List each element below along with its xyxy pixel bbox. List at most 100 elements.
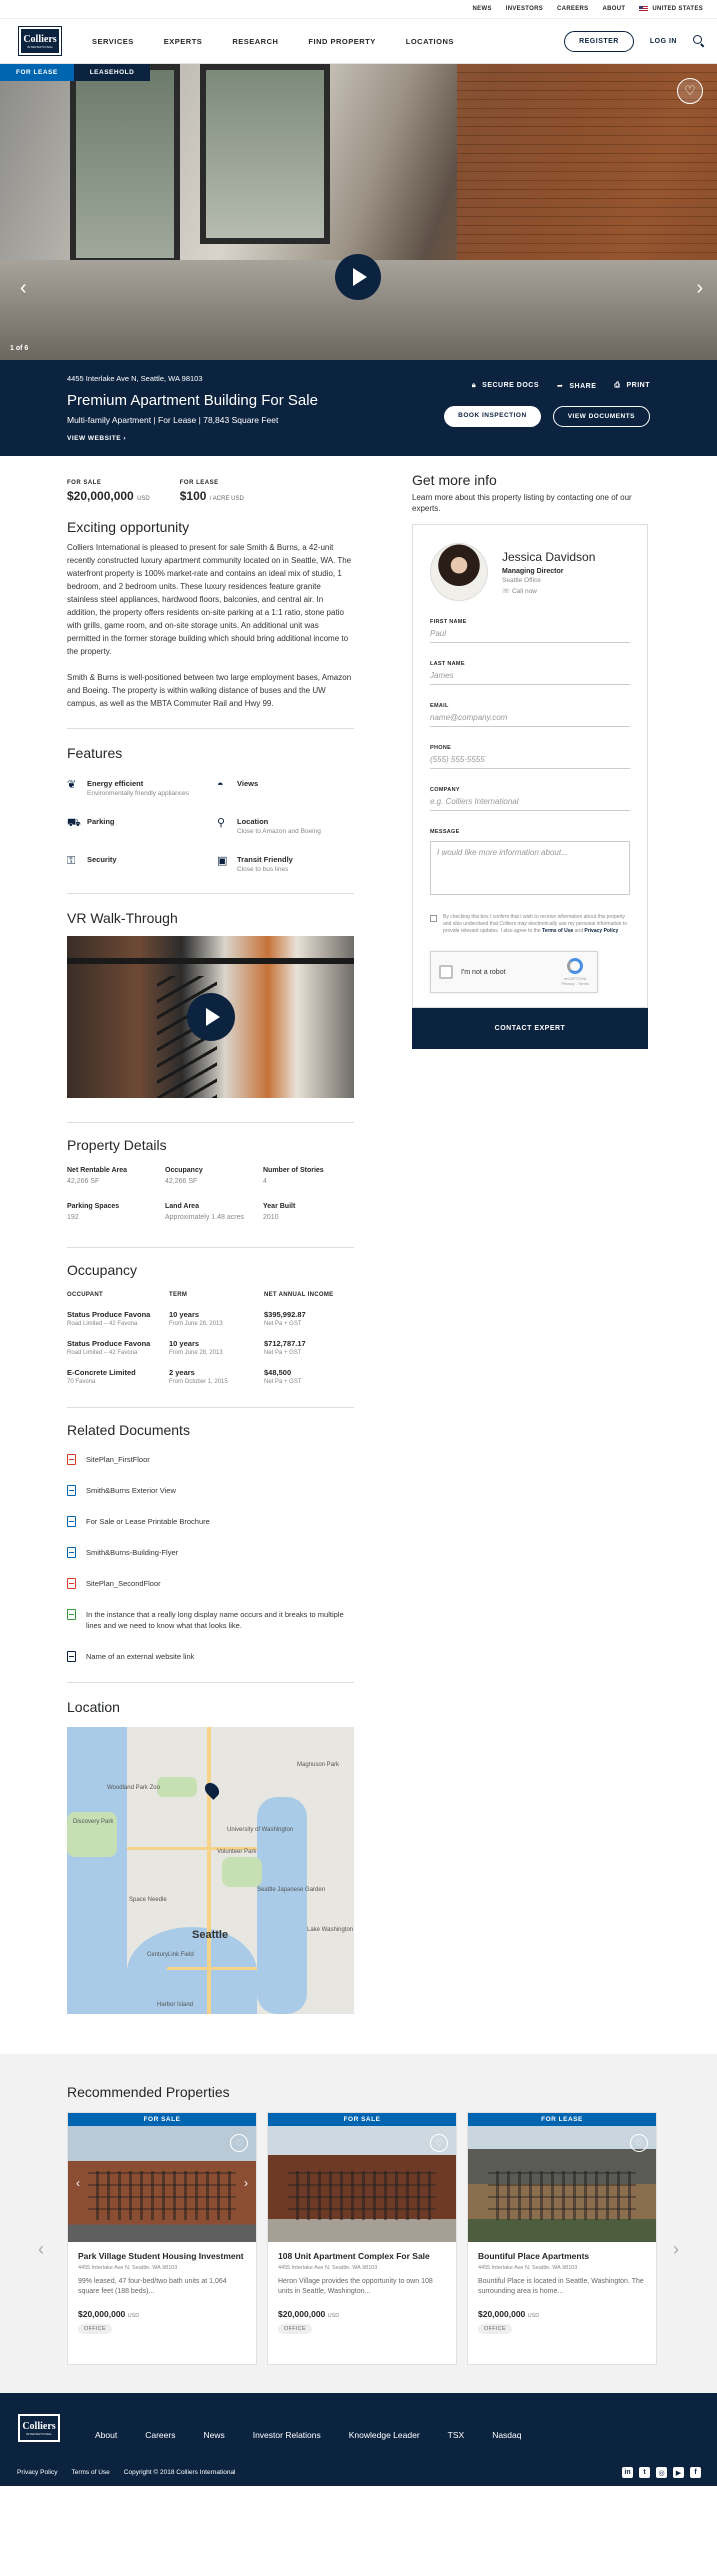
colliers-logo[interactable]: Colliers INTERNATIONAL — [17, 2413, 61, 2443]
footer-link-nasdaq[interactable]: Nasdaq — [492, 2430, 521, 2440]
list-item[interactable]: In the instance that a really long displ… — [67, 1609, 354, 1631]
gallery-prev-icon[interactable]: ‹ — [20, 277, 27, 300]
card-body: 108 Unit Apartment Complex For Sale 4455… — [268, 2242, 456, 2343]
youtube-icon[interactable]: ▶ — [673, 2467, 684, 2478]
favorite-heart-icon[interactable]: ♡ — [230, 2134, 248, 2152]
util-link-about[interactable]: ABOUT — [602, 6, 625, 12]
property-card[interactable]: FOR LEASE ♡ Bountiful Place Apartments 4… — [467, 2112, 657, 2365]
nav-find-property[interactable]: FIND PROPERTY — [308, 37, 375, 46]
vr-walkthrough-video[interactable] — [67, 936, 354, 1098]
list-item[interactable]: SitePlan_FirstFloor — [67, 1454, 354, 1465]
email-input[interactable] — [430, 709, 630, 727]
recaptcha-links[interactable]: Privacy - Terms — [562, 981, 589, 986]
view-documents-button[interactable]: VIEW DOCUMENTS — [552, 406, 650, 427]
card-title[interactable]: Park Village Student Housing Investment — [78, 2251, 246, 2262]
feature-title: Security — [87, 855, 117, 864]
map-label: Lake Washington — [307, 1927, 354, 1933]
terms-link[interactable]: Terms of Use — [542, 928, 573, 934]
recaptcha-checkbox[interactable] — [439, 965, 453, 979]
card-prev-icon[interactable]: ‹ — [76, 2176, 80, 2190]
list-item[interactable]: Smith&Burns-Building-Flyer — [67, 1547, 354, 1558]
list-item[interactable]: Smith&Burns Exterior View — [67, 1485, 354, 1496]
privacy-policy-link[interactable]: Privacy Policy — [17, 2469, 57, 2476]
map-pin-icon[interactable] — [202, 1780, 222, 1800]
instagram-icon[interactable]: ◎ — [656, 2467, 667, 2478]
search-icon[interactable] — [693, 35, 705, 47]
message-textarea[interactable] — [430, 841, 630, 895]
privacy-link[interactable]: Privacy Policy — [584, 928, 618, 934]
map-highway — [167, 1967, 257, 1970]
col-term: TERM — [169, 1292, 188, 1298]
print-button[interactable]: ⎙ PRINT — [614, 382, 650, 390]
util-link-investors[interactable]: INVESTORS — [506, 6, 543, 12]
nav-locations[interactable]: LOCATIONS — [406, 37, 454, 46]
secure-docs-button[interactable]: 🔒︎ SECURE DOCS — [472, 382, 539, 390]
card-price-unit: USD — [327, 2313, 340, 2319]
nav-services[interactable]: SERVICES — [92, 37, 134, 46]
footer-link-knowledge-leader[interactable]: Knowledge Leader — [349, 2430, 420, 2440]
list-item[interactable]: SitePlan_SecondFloor — [67, 1578, 354, 1589]
terms-of-use-link[interactable]: Terms of Use — [71, 2469, 109, 2476]
region-selector[interactable]: UNITED STATES — [639, 6, 703, 12]
card-title[interactable]: Bountiful Place Apartments — [478, 2251, 646, 2262]
card-photo-windows — [488, 2171, 636, 2220]
last-name-input[interactable] — [430, 667, 630, 685]
colliers-logo[interactable]: Colliers INTERNATIONAL — [18, 26, 62, 56]
property-card[interactable]: FOR SALE ♡ ‹ › Park Village Student Hous… — [67, 2112, 257, 2365]
carousel-prev-icon[interactable]: ‹ — [38, 2239, 44, 2260]
favorite-heart-icon[interactable]: ♡ — [430, 2134, 448, 2152]
share-button[interactable]: ➦ SHARE — [557, 382, 596, 390]
nav-experts[interactable]: EXPERTS — [164, 37, 203, 46]
card-title[interactable]: 108 Unit Apartment Complex For Sale — [278, 2251, 446, 2262]
util-link-careers[interactable]: CAREERS — [557, 6, 588, 12]
company-input[interactable] — [430, 793, 630, 811]
twitter-icon[interactable]: t — [639, 2467, 650, 2478]
tab-for-lease[interactable]: FOR LEASE — [0, 64, 74, 81]
favorite-heart-icon[interactable]: ♡ — [677, 78, 703, 104]
phone-input[interactable] — [430, 751, 630, 769]
list-item[interactable]: For Sale or Lease Printable Brochure — [67, 1516, 354, 1527]
agent-name[interactable]: Jessica Davidson — [502, 550, 595, 564]
first-name-input[interactable] — [430, 625, 630, 643]
view-website-link[interactable]: VIEW WEBSITE › — [67, 435, 126, 442]
listing-banner: 4455 Interlake Ave N, Seattle, WA 98103 … — [0, 360, 717, 456]
footer-link-about[interactable]: About — [95, 2430, 117, 2440]
register-button[interactable]: REGISTER — [564, 30, 634, 52]
gallery-next-icon[interactable]: › — [696, 277, 703, 300]
footer-link-tsx[interactable]: TSX — [448, 2430, 465, 2440]
location-map[interactable]: Woodland Park Zoo Discovery Park Univers… — [67, 1727, 354, 2014]
property-card[interactable]: FOR SALE ♡ 108 Unit Apartment Complex Fo… — [267, 2112, 457, 2365]
footer-link-careers[interactable]: Careers — [145, 2430, 175, 2440]
nav-research[interactable]: RESEARCH — [232, 37, 278, 46]
feature-location: ⚲ Location Close to Amazon and Boeing — [217, 817, 354, 835]
footer-link-news[interactable]: News — [203, 2430, 224, 2440]
term-sub: From June 28, 2013 — [169, 1350, 223, 1356]
documents-list: SitePlan_FirstFloor Smith&Burns Exterior… — [67, 1454, 354, 1662]
card-body: Bountiful Place Apartments 4455 Interlak… — [468, 2242, 656, 2343]
linkedin-icon[interactable]: in — [622, 2467, 633, 2478]
hero-play-icon[interactable] — [335, 254, 381, 300]
facebook-icon[interactable]: f — [690, 2467, 701, 2478]
footer-nav: About Careers News Investor Relations Kn… — [95, 2430, 522, 2440]
document-label: Name of an external website link — [86, 1652, 195, 1661]
feature-title: Energy efficient — [87, 779, 144, 788]
contact-expert-button[interactable]: CONTACT EXPERT — [412, 1008, 648, 1049]
detail-label: Occupancy — [165, 1167, 203, 1174]
card-next-icon[interactable]: › — [244, 2176, 248, 2190]
card-tag: OFFICE — [278, 2324, 312, 2334]
card-tag: OFFICE — [78, 2324, 112, 2334]
util-link-news[interactable]: NEWS — [473, 6, 492, 12]
vr-play-icon[interactable] — [187, 993, 235, 1041]
carousel-next-icon[interactable]: › — [673, 2239, 679, 2260]
login-link[interactable]: LOG IN — [644, 38, 683, 45]
list-item[interactable]: Name of an external website link — [67, 1651, 354, 1662]
tab-leasehold[interactable]: LEASEHOLD — [73, 64, 151, 81]
call-now-link[interactable]: ☏ Call now — [502, 587, 595, 595]
listing-actions: 🔒︎ SECURE DOCS ➦ SHARE ⎙ PRINT — [472, 382, 650, 390]
book-inspection-button[interactable]: BOOK INSPECTION — [444, 406, 541, 427]
document-label: Smith&Burns Exterior View — [86, 1486, 176, 1495]
footer-link-investor-relations[interactable]: Investor Relations — [253, 2430, 321, 2440]
consent-checkbox[interactable] — [430, 915, 437, 922]
document-icon — [67, 1547, 76, 1558]
favorite-heart-icon[interactable]: ♡ — [630, 2134, 648, 2152]
